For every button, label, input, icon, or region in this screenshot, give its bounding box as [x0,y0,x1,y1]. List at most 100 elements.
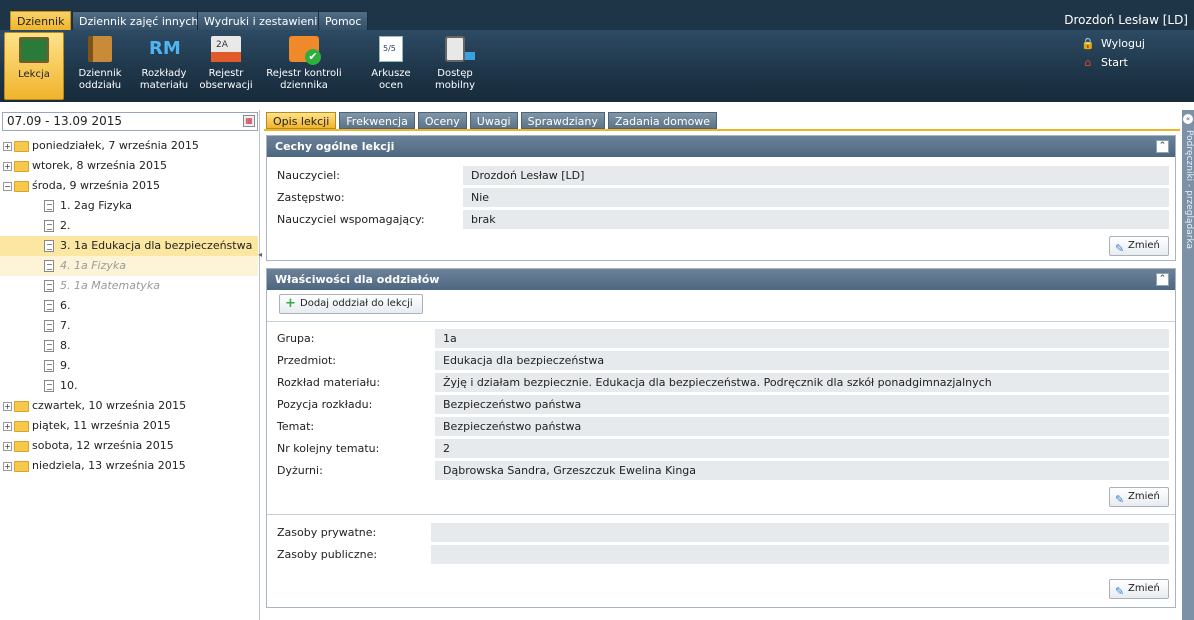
menu-tab-dziennik-zajec-innych[interactable]: Dziennik zajęć innych [72,11,206,30]
expand-icon[interactable]: + [3,442,12,451]
field-label: Zasoby publiczne: [277,548,378,561]
tab-sprawdziany[interactable]: Sprawdziany [520,112,605,129]
collapse-icon[interactable]: − [3,182,12,191]
ribbon-rozklady-materialu-button[interactable]: RM Rozkłady materiału [136,32,192,100]
tree-lesson[interactable]: 2. [0,216,258,236]
separator [267,321,1175,322]
field-value: Edukacja dla bezpieczeństwa [435,351,1169,370]
tab-opis-lekcji[interactable]: Opis lekcji [266,112,337,129]
tree-day[interactable]: + wtorek, 8 września 2015 [0,156,258,176]
field-value: 1a [435,329,1169,348]
group-row: Grupa: 1a [267,329,1175,351]
ribbon-rejestr-kontroli-button[interactable]: Rejestr kontroli dziennika [258,32,350,100]
tree-lesson[interactable]: 9. [0,356,258,376]
start-label: Start [1101,56,1128,69]
folder-icon [14,421,29,432]
lesson-details: Opis lekcji Frekwencja Oceny Uwagi Spraw… [264,110,1180,620]
tree-day[interactable]: + niedziela, 13 września 2015 [0,456,258,476]
ribbon-label: Dziennik [78,68,122,79]
grade-sheet-icon [379,36,403,62]
tree-lesson-selected[interactable]: 3. 1a Edukacja dla bezpieczeństwa [0,236,258,256]
start-link[interactable]: ⌂ Start [1081,56,1128,69]
expand-icon[interactable]: + [3,142,12,151]
week-selector[interactable]: 07.09 - 13.09 2015 ▦ [2,112,258,131]
field-value: Drozdoń Lesław [LD] [463,166,1169,185]
expand-icon[interactable]: + [3,162,12,171]
document-icon [44,300,54,312]
lesson-tree: + poniedziałek, 7 września 2015 + wtorek, … [0,136,258,476]
tree-lesson[interactable]: 1. 2ag Fizyka [0,196,258,216]
tree-lesson[interactable]: 10. [0,376,258,396]
collapse-up-icon[interactable]: ⌃ [1156,273,1169,286]
ribbon-label: Dostęp [437,68,473,79]
pencil-icon: ✎ [1115,585,1125,598]
textbook-browser-sidebar[interactable]: « Podręczniki - przeglądarka [1182,110,1194,620]
ribbon-toolbar: Lekcja Dziennik oddziału RM Rozkłady mat… [0,30,1194,102]
ribbon-rejestr-obserwacji-button[interactable]: Rejestr obserwacji [198,32,254,100]
tab-zadania-domowe[interactable]: Zadania domowe [607,112,718,129]
tab-oceny[interactable]: Oceny [417,112,467,129]
panel-title: Właściwości dla oddziałów [275,273,440,286]
tree-day[interactable]: + czwartek, 10 września 2015 [0,396,258,416]
expand-sidebar-icon[interactable]: « [1183,114,1193,124]
pencil-icon: ✎ [1115,242,1125,255]
properties-panel-header: Właściwości dla oddziałów ⌃ [267,269,1175,290]
ribbon-arkusze-ocen-button[interactable]: Arkusze ocen [366,32,416,100]
ribbon-lekcja-button[interactable]: Lekcja [4,32,64,100]
field-label: Grupa: [277,332,315,345]
menu-tab-wydruki[interactable]: Wydruki i zestawienia [197,11,332,30]
tree-day[interactable]: + poniedziałek, 7 września 2015 [0,136,258,156]
sidebar-title: Podręczniki - przeglądarka [1184,130,1194,250]
tree-lesson[interactable]: 8. [0,336,258,356]
day-label: wtorek, 8 września 2015 [32,159,167,172]
public-resources-row: Zasoby publiczne: [267,545,1175,567]
document-icon [44,220,54,232]
syllabus-position-row: Pozycja rozkładu: Bezpieczeństwo państwa [267,395,1175,417]
calendar-icon[interactable]: ▦ [243,115,255,127]
field-label: Dyżurni: [277,464,323,477]
expand-icon[interactable]: + [3,422,12,431]
home-icon: ⌂ [1084,56,1092,69]
tab-uwagi[interactable]: Uwagi [469,112,518,129]
top-menu-bar: Dziennik Dziennik zajęć innych Wydruki i… [0,0,1194,30]
document-icon [44,280,54,292]
document-icon [44,360,54,372]
document-icon [44,240,54,252]
folder-icon [14,141,29,152]
field-value: Bezpieczeństwo państwa [435,417,1169,436]
expand-icon[interactable]: + [3,462,12,471]
field-label: Rozkład materiału: [277,376,381,389]
change-general-button[interactable]: ✎ Zmień [1109,236,1169,256]
tab-frekwencja[interactable]: Frekwencja [339,112,415,129]
field-label: Zastępstwo: [277,191,345,204]
ribbon-dziennik-oddzialu-button[interactable]: Dziennik oddziału [74,32,126,100]
day-label: sobota, 12 września 2015 [32,439,174,452]
tree-lesson[interactable]: 4. 1a Fizyka [0,256,258,276]
menu-tab-dziennik[interactable]: Dziennik [10,11,72,30]
field-label: Nr kolejny tematu: [277,442,380,455]
pencil-icon: ✎ [1115,493,1125,506]
lesson-label: 1. 2ag Fizyka [60,199,132,212]
expand-icon[interactable]: + [3,402,12,411]
lesson-label: 10. [60,379,78,392]
day-label: poniedziałek, 7 września 2015 [32,139,199,152]
logout-label: Wyloguj [1101,37,1145,50]
tree-day[interactable]: + sobota, 12 września 2015 [0,436,258,456]
tree-lesson[interactable]: 6. [0,296,258,316]
logout-link[interactable]: 🔒 Wyloguj [1081,37,1145,50]
add-class-button[interactable]: + Dodaj oddział do lekcji [279,294,423,314]
ribbon-dostep-mobilny-button[interactable]: Dostęp mobilny [428,32,482,100]
public-resources-value [431,545,1169,564]
field-label: Temat: [277,420,315,433]
mobile-icon [445,36,475,62]
menu-tab-pomoc[interactable]: Pomoc [318,11,369,30]
tree-day-expanded[interactable]: − środa, 9 września 2015 [0,176,258,196]
tree-lesson[interactable]: 5. 1a Matematyka [0,276,258,296]
document-icon [44,340,54,352]
collapse-up-icon[interactable]: ⌃ [1156,140,1169,153]
tree-day[interactable]: + piątek, 11 września 2015 [0,416,258,436]
tree-lesson[interactable]: 7. [0,316,258,336]
change-resources-button[interactable]: ✎ Zmień [1109,579,1169,599]
change-properties-button[interactable]: ✎ Zmień [1109,487,1169,507]
private-resources-value [431,523,1169,542]
